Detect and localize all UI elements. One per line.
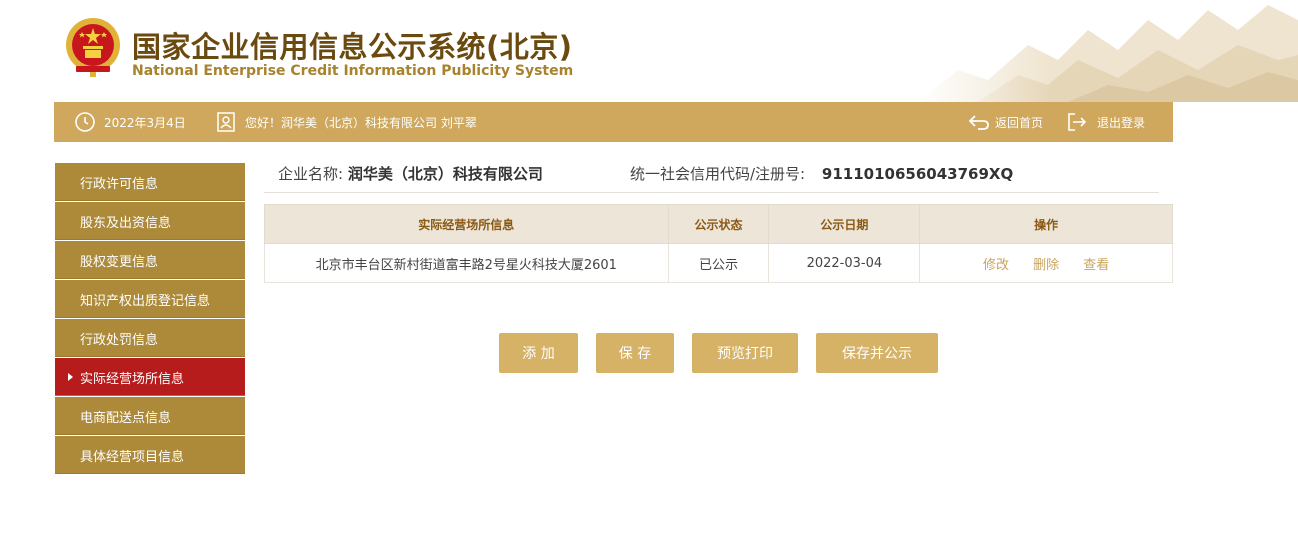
national-emblem-icon: [66, 18, 120, 77]
logout-icon: [1068, 113, 1087, 131]
clock-icon: [75, 112, 95, 132]
company-name-line: 企业名称: 润华美（北京）科技有限公司: [278, 163, 543, 185]
save-button[interactable]: 保 存: [596, 333, 674, 373]
cell-date: 2022-03-04: [768, 243, 921, 283]
sidebar-item-admin-license[interactable]: 行政许可信息: [55, 163, 245, 201]
credit-code-value: 9111010656043769XQ: [821, 165, 1014, 183]
user-info-bar: 2022年3月4日 您好！润华美（北京）科技有限公司 刘平翠 返回首页 退出登录: [54, 102, 1173, 142]
user-greeting: 您好！润华美（北京）科技有限公司 刘平翠: [216, 102, 477, 142]
column-header-date: 公示日期: [768, 204, 921, 244]
site-header: 国家企业信用信息公示系统(北京) National Enterprise Cre…: [0, 0, 1298, 102]
edit-link[interactable]: 修改: [983, 258, 1009, 273]
sidebar-item-business-location[interactable]: 实际经营场所信息: [55, 358, 245, 396]
credit-code-label: 统一社会信用代码/注册号:: [630, 165, 806, 183]
sidebar-item-admin-penalty[interactable]: 行政处罚信息: [55, 319, 245, 357]
sidebar-item-label: 知识产权出质登记信息: [80, 293, 211, 309]
site-title-english: National Enterprise Credit Information P…: [132, 63, 574, 79]
site-title: 国家企业信用信息公示系统(北京): [132, 30, 573, 64]
user-badge-icon: [217, 112, 235, 132]
sidebar-item-label: 行政处罚信息: [80, 332, 159, 348]
sidebar-item-label: 行政许可信息: [80, 176, 159, 192]
home-link[interactable]: 返回首页: [968, 102, 1043, 142]
sidebar-item-equity-change[interactable]: 股权变更信息: [55, 241, 245, 279]
cell-status: 已公示: [667, 243, 770, 283]
delete-link[interactable]: 删除: [1033, 258, 1059, 273]
sidebar-item-ecommerce-delivery[interactable]: 电商配送点信息: [55, 397, 245, 435]
column-header-actions: 操作: [919, 204, 1173, 244]
current-date: 2022年3月4日: [104, 115, 186, 130]
logout-link[interactable]: 退出登录: [1066, 102, 1145, 142]
divider: [264, 192, 1159, 193]
sidebar-item-label: 电商配送点信息: [80, 410, 172, 426]
preview-print-button[interactable]: 预览打印: [692, 333, 798, 373]
mountain-landscape-decoration: [918, 0, 1298, 102]
sidebar-item-label: 具体经营项目信息: [80, 449, 185, 465]
cell-actions: 修改 删除 查看: [919, 243, 1173, 283]
greeting-text: 您好！润华美（北京）科技有限公司 刘平翠: [245, 115, 477, 130]
active-arrow-icon: [68, 373, 73, 381]
column-header-status: 公示状态: [667, 204, 770, 244]
date-display: 2022年3月4日: [74, 102, 186, 142]
company-name-value: 润华美（北京）科技有限公司: [347, 165, 543, 183]
table-header-row: 实际经营场所信息 公示状态 公示日期 操作: [264, 204, 1173, 244]
sidebar-item-business-items[interactable]: 具体经营项目信息: [55, 436, 245, 474]
return-arrow-icon: [968, 115, 989, 130]
add-button[interactable]: 添 加: [499, 333, 578, 373]
company-name-label: 企业名称:: [278, 165, 344, 183]
business-location-table: 实际经营场所信息 公示状态 公示日期 操作 北京市丰台区新村街道富丰路2号星火科…: [264, 204, 1173, 283]
sidebar-item-label: 实际经营场所信息: [80, 371, 185, 387]
view-link[interactable]: 查看: [1083, 258, 1109, 273]
sidebar-item-ip-pledge[interactable]: 知识产权出质登记信息: [55, 280, 245, 318]
home-link-label: 返回首页: [995, 115, 1044, 130]
sidebar-nav: 行政许可信息 股东及出资信息 股权变更信息 知识产权出质登记信息 行政处罚信息 …: [55, 163, 245, 475]
cell-address: 北京市丰台区新村街道富丰路2号星火科技大厦2601: [264, 243, 669, 283]
save-and-publish-button[interactable]: 保存并公示: [816, 333, 938, 373]
table-row: 北京市丰台区新村街道富丰路2号星火科技大厦2601 已公示 2022-03-04…: [264, 243, 1173, 283]
sidebar-item-label: 股东及出资信息: [80, 215, 172, 231]
logout-link-label: 退出登录: [1097, 115, 1146, 130]
column-header-location: 实际经营场所信息: [264, 204, 669, 244]
credit-code-line: 统一社会信用代码/注册号: 9111010656043769XQ: [630, 163, 1013, 185]
sidebar-item-label: 股权变更信息: [80, 254, 159, 270]
sidebar-item-shareholders[interactable]: 股东及出资信息: [55, 202, 245, 240]
